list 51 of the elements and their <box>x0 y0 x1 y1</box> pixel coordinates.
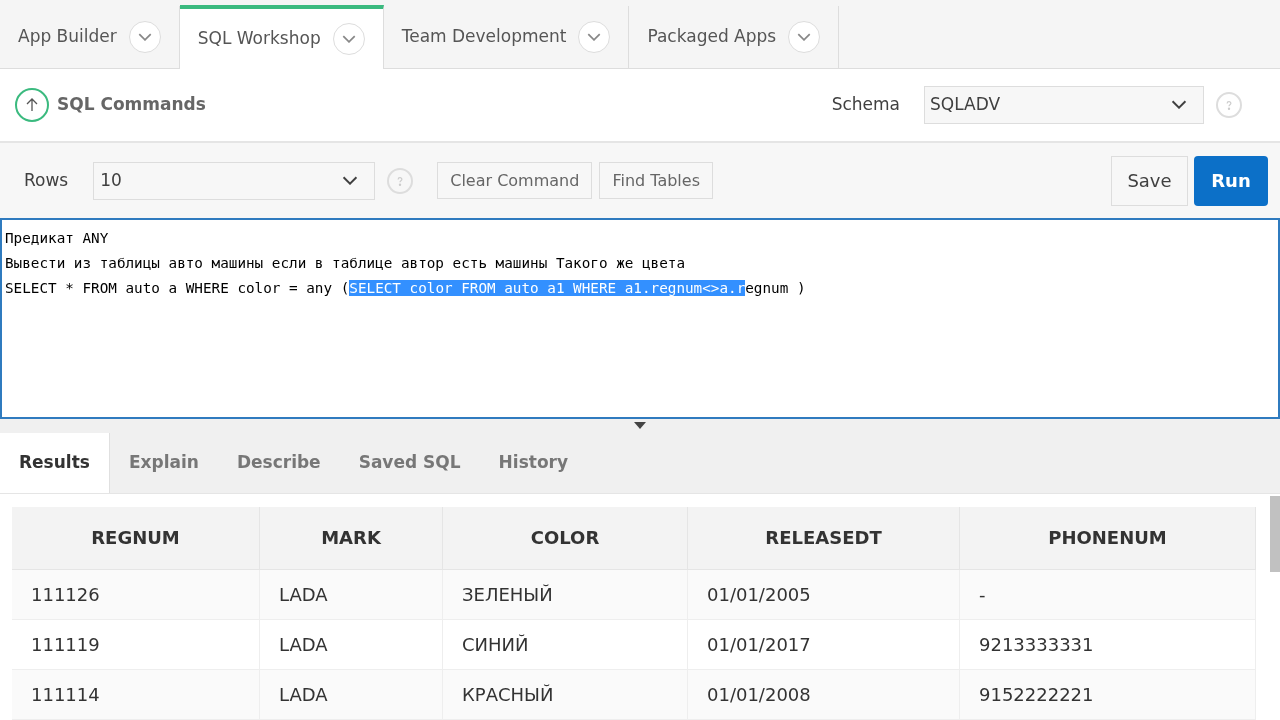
table-cell: 9213333331 <box>960 620 1256 669</box>
code-line: Предикат ANY <box>5 229 110 249</box>
table-cell: ЗЕЛЕНЫЙ <box>443 570 688 619</box>
save-button[interactable]: Save <box>1111 155 1188 206</box>
schema-label: Schema <box>831 93 900 116</box>
result-tab[interactable]: History <box>479 433 588 493</box>
table-cell: - <box>960 570 1256 619</box>
run-button[interactable]: Run <box>1194 155 1268 206</box>
code-line: SELECT * FROM auto a WHERE color = any (SELECT color FROM auto a1 WHERE a1.regnum<>a.regnum ) <box>5 279 807 299</box>
chevron-down-icon <box>341 34 356 43</box>
nav-tab[interactable]: App Builder <box>0 5 180 68</box>
rows-label: Rows <box>24 168 69 192</box>
column-header[interactable]: COLOR <box>443 507 688 569</box>
collapse-triangle-icon[interactable] <box>634 422 646 430</box>
chevron-down-icon <box>797 32 812 41</box>
chevron-down-icon <box>587 32 602 41</box>
table-cell: 01/01/2008 <box>688 670 960 719</box>
help-icon[interactable] <box>387 167 414 194</box>
table-cell: 01/01/2005 <box>688 570 960 619</box>
toolbar-button[interactable]: Find Tables <box>599 162 713 200</box>
result-tab[interactable]: Explain <box>109 433 218 493</box>
nav-tab[interactable]: Team Development <box>383 5 630 68</box>
code-line: Вывести из таблицы авто машины если в таблице автор есть машины Такого же цвета <box>5 254 686 274</box>
table-cell: LADA <box>260 670 443 719</box>
table-cell: 111119 <box>12 620 260 669</box>
column-header[interactable]: MARK <box>260 507 443 569</box>
table-cell: 9152222221 <box>960 670 1256 719</box>
column-header[interactable]: REGNUM <box>12 507 260 569</box>
table-cell: СИНИЙ <box>443 620 688 669</box>
table-cell: 111126 <box>12 570 260 619</box>
table-cell: КРАСНЫЙ <box>443 670 688 719</box>
column-header[interactable]: PHONENUM <box>960 507 1256 569</box>
help-icon[interactable] <box>1216 91 1242 118</box>
page-title: SQL Commands <box>57 93 206 116</box>
chevron-down-icon <box>1171 100 1187 110</box>
toolbar-button[interactable]: Clear Command <box>437 162 593 200</box>
nav-tab[interactable]: Packaged Apps <box>629 5 840 68</box>
nav-tab[interactable]: SQL Workshop <box>179 4 384 69</box>
table-cell: LADA <box>260 570 443 619</box>
chevron-down-icon <box>137 32 152 41</box>
result-tab[interactable]: Results <box>0 433 110 493</box>
chevron-down-icon <box>342 176 359 186</box>
rows-select[interactable]: 10 <box>93 161 376 200</box>
schema-select[interactable]: SQLADV <box>924 85 1204 124</box>
result-tab[interactable]: Saved SQL <box>339 433 480 493</box>
table-cell: LADA <box>260 620 443 669</box>
column-header[interactable]: RELEASEDT <box>688 507 960 569</box>
table-cell: 111114 <box>12 670 260 719</box>
table-cell: 01/01/2017 <box>688 620 960 669</box>
scrollbar-thumb[interactable] <box>1270 496 1280 572</box>
result-tab[interactable]: Describe <box>217 433 340 493</box>
